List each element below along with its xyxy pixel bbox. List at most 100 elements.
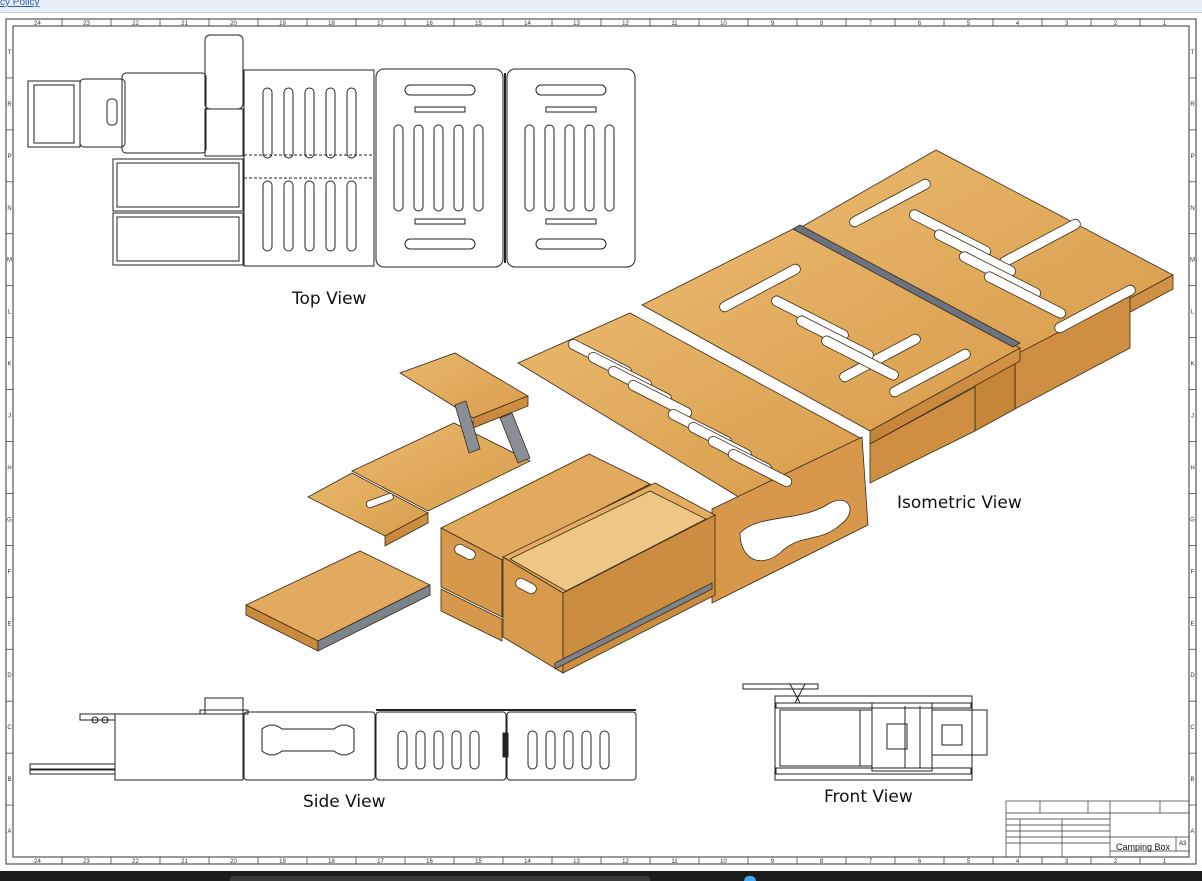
side-slot: [451, 730, 462, 770]
border-row-label: B: [1190, 777, 1194, 783]
front-view-drawing: [742, 683, 988, 781]
border-row-label: P: [1190, 154, 1194, 160]
border-row-label: J: [1191, 414, 1194, 420]
panel-slot: [262, 180, 273, 252]
border-row-label: L: [8, 310, 12, 316]
border-row-label: B: [7, 777, 11, 783]
border-row-label: E: [1190, 621, 1194, 627]
outer-border: [5, 18, 1197, 865]
border-row-label: M: [7, 258, 12, 264]
panel-slot: [564, 124, 575, 212]
isometric-view-label: Isometric View: [897, 493, 1022, 513]
border-column-label: 19: [279, 21, 286, 27]
border-column-label: 16: [426, 859, 433, 865]
side-slot: [415, 730, 426, 770]
border-zone-marks: 24 24 23 23 22 22 21 21 20 20 19 19 18 18 17 17 16 16 15 15…: [6, 19, 1196, 865]
border-column-label: 21: [181, 859, 188, 865]
drawing-title: Camping Box: [1116, 842, 1171, 852]
side-slot: [599, 730, 610, 770]
border-row-label: G: [1190, 517, 1195, 523]
border-column-label: 24: [34, 859, 41, 865]
border-row-label: C: [7, 725, 12, 731]
side-slot: [545, 730, 556, 770]
border-column-label: 17: [377, 859, 384, 865]
border-column-label: 20: [230, 859, 237, 865]
side-slot: [581, 730, 592, 770]
panel-slot: [544, 124, 555, 212]
border-column-label: 12: [622, 859, 629, 865]
panel-slot: [325, 180, 336, 252]
border-column-label: 11: [671, 859, 678, 865]
side-view-drawing: [29, 697, 637, 781]
border-column-label: 13: [573, 21, 580, 27]
panel-slot: [304, 180, 315, 252]
side-slot: [563, 730, 574, 770]
border-row-label: R: [7, 102, 12, 108]
panel-slot: [346, 180, 357, 252]
border-column-label: 22: [132, 859, 139, 865]
border-row-label: F: [1191, 569, 1195, 575]
border-column-label: 24: [34, 21, 41, 27]
panel-slot: [283, 87, 294, 159]
border-column-label: 21: [181, 21, 188, 27]
border-column-label: 14: [524, 21, 531, 27]
border-column-label: 14: [524, 859, 531, 865]
border-row-label: C: [1190, 725, 1195, 731]
border-row-label: T: [1191, 50, 1195, 56]
border-row-label: F: [8, 569, 12, 575]
border-row-label: K: [1190, 362, 1194, 368]
taskbar-app-icon[interactable]: [744, 876, 756, 881]
border-column-label: 10: [720, 21, 727, 27]
panel-slot: [433, 124, 444, 212]
side-slot: [527, 730, 538, 770]
panel-slot: [413, 124, 424, 212]
border-row-label: J: [8, 414, 11, 420]
border-row-label: M: [1190, 258, 1195, 264]
taskbar-search[interactable]: [230, 876, 650, 881]
panel-slot: [473, 124, 484, 212]
panel-slot: [393, 124, 404, 212]
taskbar: [0, 871, 1202, 881]
border-row-label: N: [7, 206, 11, 212]
top-view-drawing: [27, 34, 636, 268]
border-row-label: T: [8, 50, 12, 56]
policy-link[interactable]: cy Policy: [0, 0, 39, 8]
border-column-label: 22: [132, 21, 139, 27]
drawing-size: A3: [1179, 841, 1187, 847]
border-column-label: 23: [83, 21, 90, 27]
panel-slot: [404, 84, 476, 96]
border-row-label: D: [1190, 673, 1195, 679]
border-column-label: 16: [426, 21, 433, 27]
panel-slot: [545, 106, 597, 113]
border-column-label: 18: [328, 21, 335, 27]
top-view-slots: [262, 84, 615, 252]
border-row-label: H: [1190, 465, 1194, 471]
border-row-label: H: [7, 465, 11, 471]
border-column-label: 15: [475, 21, 482, 27]
border-row-label: K: [7, 362, 11, 368]
isometric-view-drawing: [245, 149, 1174, 674]
side-slot: [433, 730, 444, 770]
panel-slot: [453, 124, 464, 212]
side-slot: [469, 730, 480, 770]
border-column-label: 15: [475, 859, 482, 865]
border-column-label: 19: [279, 859, 286, 865]
panel-slot: [414, 106, 466, 113]
panel-slot: [545, 218, 597, 225]
drawing-sheet: 24 24 23 23 22 22 21 21 20 20 19 19 18 18 17 17 16 16 15 15…: [0, 13, 1202, 871]
border-column-label: 18: [328, 859, 335, 865]
front-view-label: Front View: [824, 787, 913, 807]
border-column-label: 17: [377, 21, 384, 27]
border-row-label: A: [7, 829, 11, 835]
browser-top-strip: cy Policy: [0, 0, 1202, 13]
side-view-label: Side View: [303, 792, 386, 812]
border-column-label: 20: [230, 21, 237, 27]
panel-slot: [535, 84, 607, 96]
side-slot: [397, 730, 408, 770]
border-row-label: R: [1190, 102, 1195, 108]
border-column-label: 11: [671, 21, 678, 27]
panel-slot: [325, 87, 336, 159]
panel-slot: [535, 238, 607, 250]
border-column-label: 23: [83, 859, 90, 865]
border-row-label: G: [7, 517, 12, 523]
